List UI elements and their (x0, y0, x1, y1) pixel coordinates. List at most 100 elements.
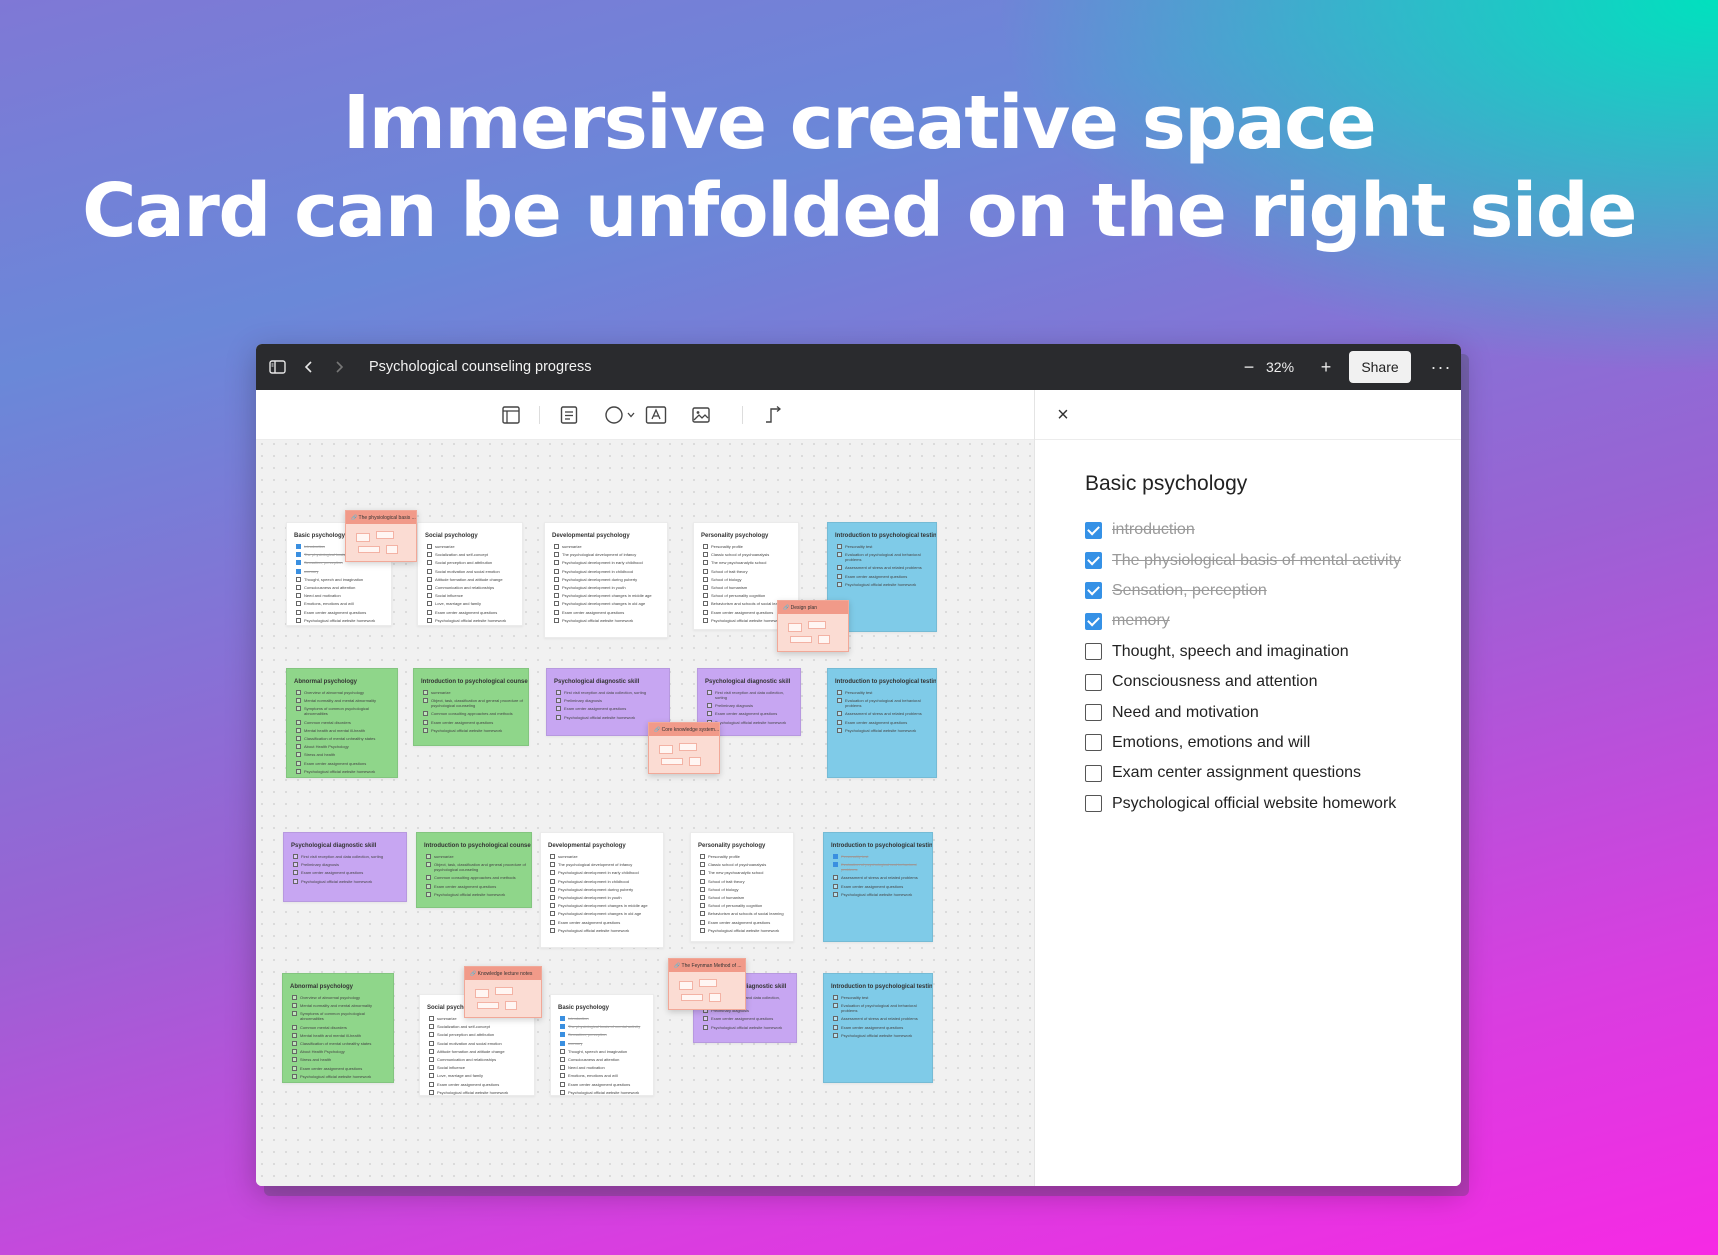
canvas-card[interactable]: Abnormal psychology Overview of abnormal … (282, 973, 394, 1083)
canvas-card-item-label: Social motivation and social emotion (435, 568, 500, 574)
canvas-card[interactable]: Basic psychology introduction The physiolo… (550, 994, 654, 1096)
canvas-card-item-label: summarize (558, 854, 578, 859)
chevron-down-icon[interactable] (625, 404, 637, 426)
text-box-icon[interactable] (645, 404, 667, 426)
canvas-card-item: Social influence (427, 593, 518, 599)
canvas-card-item: About Health Psychology (296, 744, 393, 750)
panel-checklist-item[interactable]: The physiological basis of mental activi… (1085, 545, 1445, 575)
canvas-card[interactable]: Introduction to psychological testing Per… (823, 832, 933, 942)
canvas-card-item-label: summarize (431, 690, 451, 695)
sticky-note-card[interactable]: 🔗 Design plan (777, 600, 849, 652)
checkbox (296, 690, 301, 695)
canvas-card-item-label: The new psychoanalytic school (711, 560, 767, 566)
canvas-card[interactable]: Introduction to psychological counseling… (413, 668, 529, 746)
checkbox[interactable] (1085, 643, 1102, 661)
canvas-card-item: Need and motivation (560, 1065, 649, 1071)
sticky-note-card[interactable]: 🔗 The physiological basis ... (345, 510, 417, 562)
canvas-card[interactable]: Personality psychology Personality profil… (690, 832, 794, 942)
checkbox (703, 544, 708, 549)
chevron-right-icon[interactable] (328, 344, 350, 390)
panel-checklist-item[interactable]: Thought, speech and imagination (1085, 637, 1445, 667)
checkbox (560, 1016, 565, 1021)
zoom-out-button[interactable]: − (1238, 344, 1260, 390)
panel-checklist-item[interactable]: memory (1085, 606, 1445, 636)
panel-checklist-item[interactable]: Consciousness and attention (1085, 667, 1445, 697)
canvas-card[interactable]: Developmental psychology summarize The psy… (544, 522, 668, 638)
sticky-note-card[interactable]: 🔗 The Feynman Method of ... (668, 958, 746, 1010)
checkbox (296, 760, 301, 766)
sticky-preview-shape (659, 745, 673, 754)
canvas-card[interactable]: Psychological diagnostic skill First visi… (283, 832, 407, 902)
panel-checklist-item[interactable]: Need and motivation (1085, 697, 1445, 727)
image-icon[interactable] (690, 404, 712, 426)
canvas-card-title: Introduction to psychological counseling (421, 679, 529, 685)
checkbox[interactable] (1085, 764, 1102, 782)
canvas-card-item-label: The psychological development of infancy (562, 552, 637, 558)
app-window: Psychological counseling progress − 32% … (256, 344, 1461, 1186)
canvas-card-item: Psychological official website homework (703, 1024, 792, 1030)
checkbox (423, 690, 428, 695)
canvas-card-item-label: Exam center assignment questions (562, 609, 625, 615)
canvas-card[interactable]: Abnormal psychology Overview of abnormal … (286, 668, 398, 778)
checkbox (700, 854, 705, 859)
checkbox (550, 878, 555, 884)
chevron-left-icon[interactable] (298, 344, 320, 390)
checkbox-checked[interactable] (1085, 552, 1102, 570)
sidebar-toggle-icon[interactable] (264, 344, 290, 390)
canvas-card-item: Symptoms of common psychological abnorma… (296, 706, 393, 716)
canvas-card[interactable]: Introduction to psychological testing Per… (823, 973, 933, 1083)
canvas-card[interactable]: Social psychology summarize Socialization … (417, 522, 523, 626)
canvas-card-item: Exam center assignment questions (703, 1016, 792, 1022)
checkbox-checked[interactable] (1085, 612, 1102, 630)
canvas-card-item-label: School of biology (711, 576, 742, 582)
canvas-card-item-label: introduction (568, 1016, 589, 1021)
canvas-card-title: Developmental psychology (548, 843, 626, 849)
canvas-card[interactable]: Developmental psychology summarize The psy… (540, 832, 664, 948)
checkbox-checked[interactable] (1085, 521, 1102, 539)
sticky-note-card[interactable]: 🔗 Knowledge lecture notes (464, 966, 542, 1018)
close-icon[interactable]: × (1051, 403, 1075, 427)
canvas-card[interactable]: Introduction to psychological testing Per… (827, 668, 937, 778)
canvas-card-item: School of humanism (703, 584, 794, 590)
panel-checklist-item[interactable]: Emotions, emotions and will (1085, 728, 1445, 758)
checkbox (426, 891, 431, 897)
canvas-card-item-label: Classic school of psychoanalysis (708, 862, 767, 868)
canvas-card-item: Psychological official website homework (837, 727, 932, 733)
canvas-card[interactable]: Introduction to psychological counseling… (416, 832, 532, 908)
canvas-card-title: Social psychology (425, 533, 478, 539)
canvas-card-item: Psychological official website homework (296, 768, 393, 774)
canvas-card-item: Symptoms of common psychological abnorma… (292, 1011, 389, 1021)
canvas-card-item-label: Mental normality and mental abnormality (300, 1003, 373, 1009)
zoom-in-button[interactable]: + (1315, 344, 1337, 390)
share-button[interactable]: Share (1349, 351, 1411, 383)
frame-icon[interactable] (500, 404, 522, 426)
checkbox (296, 576, 301, 582)
checkbox (833, 995, 838, 1000)
panel-checklist-item[interactable]: Sensation, perception (1085, 576, 1445, 606)
panel-checklist-item[interactable]: Psychological official website homework (1085, 789, 1445, 819)
checkbox (427, 568, 432, 574)
zoom-level[interactable]: 32% (1266, 359, 1294, 375)
more-options-button[interactable]: ··· (1426, 344, 1456, 390)
canvas-card-item-label: First visit reception and data collectio… (564, 690, 647, 695)
shape-circle-icon[interactable] (603, 404, 625, 426)
canvas-card-item: Exam center assignment questions (423, 719, 524, 725)
panel-card-title[interactable]: Basic psychology (1085, 472, 1247, 496)
panel-checklist-item[interactable]: introduction (1085, 515, 1445, 545)
canvas-card-item-label: Mental health and mental ill-health (300, 1032, 361, 1038)
checkbox[interactable] (1085, 734, 1102, 752)
toolbar-divider (742, 406, 743, 424)
panel-checklist-item[interactable]: Exam center assignment questions (1085, 758, 1445, 788)
connector-icon[interactable] (762, 404, 784, 426)
sticky-note-card[interactable]: 🔗 Core knowledge system... (648, 722, 720, 774)
checkbox[interactable] (1085, 673, 1102, 691)
checkbox (429, 1024, 434, 1030)
checkbox-checked[interactable] (1085, 582, 1102, 600)
checkbox[interactable] (1085, 704, 1102, 722)
checkbox (427, 593, 432, 599)
text-card-icon[interactable] (558, 404, 580, 426)
checkbox (429, 1073, 434, 1079)
checkbox[interactable] (1085, 795, 1102, 813)
canvas-card-item: Psychological official website homework (700, 927, 789, 933)
whiteboard-canvas[interactable]: Basic psychology Introduction The physiolo… (256, 390, 1034, 1186)
